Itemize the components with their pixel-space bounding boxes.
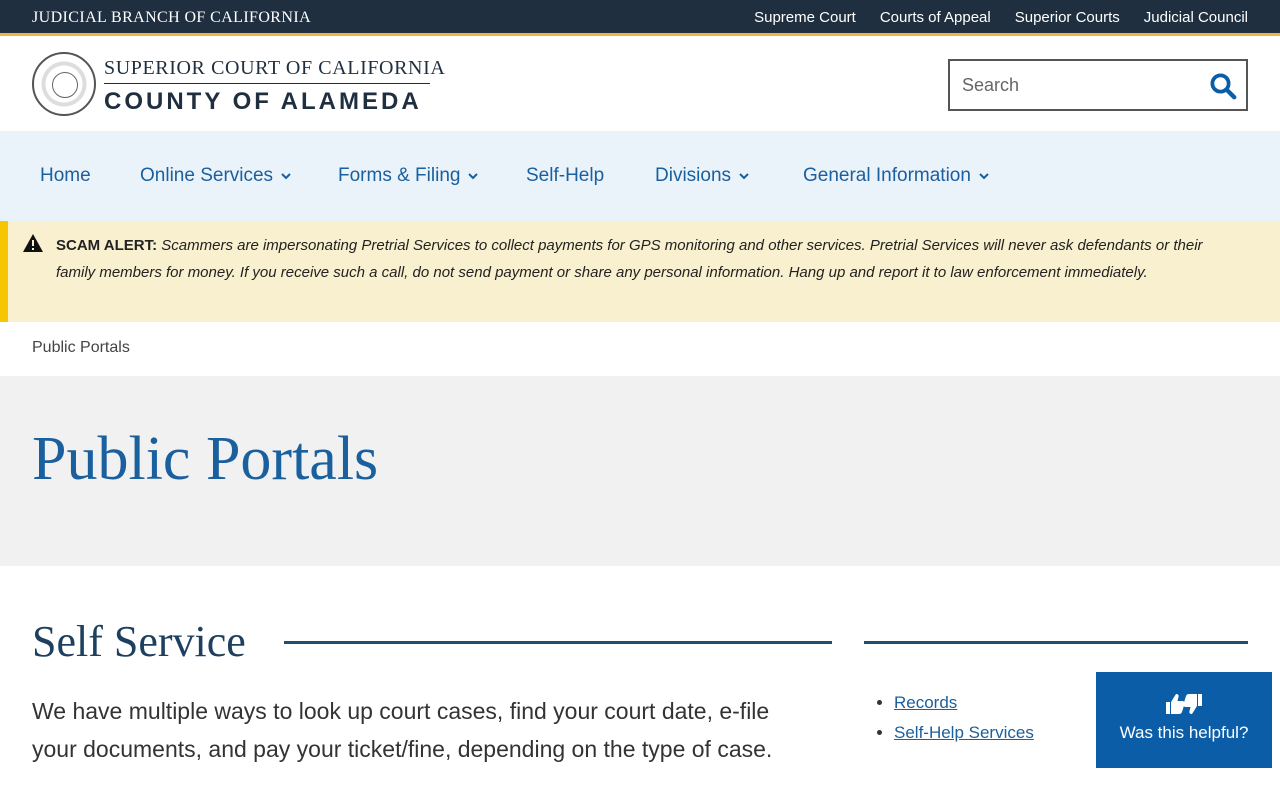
intro-text: We have multiple ways to look up court c…: [32, 698, 773, 762]
page-hero: Public Portals: [0, 376, 1280, 566]
nav-item-label: Online Services: [140, 165, 274, 186]
nav-item-divisions[interactable]: Divisions: [655, 165, 751, 187]
chevron-down-icon: [468, 173, 479, 180]
sidebar-links: Records Self-Help Services: [894, 688, 1034, 748]
supreme-court-link[interactable]: Supreme Court: [754, 9, 856, 26]
scam-alert-banner: SCAM ALERT: Scammers are impersonating P…: [0, 221, 1280, 322]
thumbs-up-down-icon: [1166, 694, 1202, 714]
list-item: Self-Help Services: [894, 718, 1034, 748]
court-seal-logo[interactable]: [32, 52, 96, 116]
page-title: Public Portals: [32, 425, 379, 493]
section-divider: [284, 641, 832, 644]
alert-heading: SCAM ALERT:: [56, 237, 158, 254]
logo-divider: [104, 83, 430, 84]
top-bar: JUDICIAL BRANCH OF CALIFORNIA Supreme Co…: [0, 0, 1280, 36]
top-links: Supreme Court Courts of Appeal Superior …: [754, 9, 1248, 26]
site-header: SUPERIOR COURT OF CALIFORNIA COUNTY OF A…: [0, 39, 1280, 131]
nav-item-self-help[interactable]: Self-Help: [526, 165, 604, 187]
self-help-services-link[interactable]: Self-Help Services: [894, 723, 1034, 742]
nav-item-forms-filing[interactable]: Forms & Filing: [338, 165, 480, 187]
nav-item-label: Home: [40, 165, 91, 186]
nav-item-home[interactable]: Home: [40, 165, 91, 187]
sidebar-divider: [864, 641, 1248, 644]
county-title[interactable]: COUNTY OF ALAMEDA: [104, 88, 422, 116]
records-link[interactable]: Records: [894, 693, 957, 712]
search-box: [948, 59, 1248, 111]
nav-item-online-services[interactable]: Online Services: [140, 165, 293, 187]
nav-item-general-information[interactable]: General Information: [803, 165, 991, 187]
nav-item-label: General Information: [803, 165, 971, 186]
nav-item-label: Self-Help: [526, 165, 605, 186]
search-icon[interactable]: [1208, 71, 1238, 101]
search-input[interactable]: [950, 61, 1200, 109]
court-title[interactable]: SUPERIOR COURT OF CALIFORNIA: [104, 57, 445, 80]
breadcrumb: Public Portals: [32, 339, 130, 356]
main-nav: Home Online Services Forms & Filing Self…: [0, 131, 1280, 221]
warning-icon: [23, 234, 43, 252]
list-item: Records: [894, 688, 1034, 718]
alert-text: SCAM ALERT: Scammers are impersonating P…: [56, 232, 1206, 286]
nav-item-label: Divisions: [655, 165, 732, 186]
alert-message: Scammers are impersonating Pretrial Serv…: [56, 237, 1203, 281]
judicial-branch-label: JUDICIAL BRANCH OF CALIFORNIA: [32, 9, 312, 26]
chevron-down-icon: [281, 173, 291, 180]
judicial-council-link[interactable]: Judicial Council: [1144, 9, 1248, 26]
section-title: Self Service: [32, 617, 246, 666]
courts-of-appeal-link[interactable]: Courts of Appeal: [880, 9, 991, 26]
was-this-helpful-button[interactable]: Was this helpful?: [1096, 672, 1272, 768]
chevron-down-icon: [739, 173, 749, 180]
helpful-label: Was this helpful?: [1119, 723, 1249, 742]
nav-item-label: Forms & Filing: [338, 165, 461, 186]
superior-courts-link[interactable]: Superior Courts: [1015, 9, 1120, 26]
chevron-down-icon: [979, 173, 989, 180]
